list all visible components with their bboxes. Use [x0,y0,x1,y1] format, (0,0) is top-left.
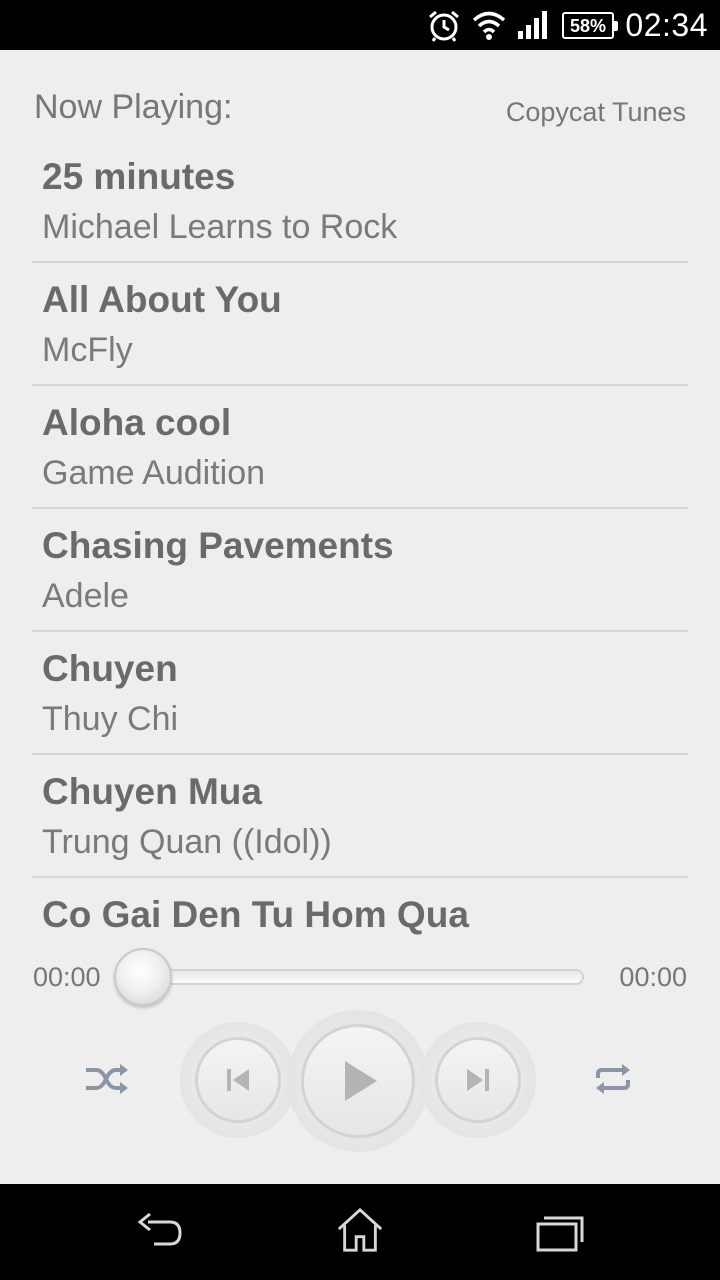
track-artist: Thuy Chi [42,700,179,738]
play-icon [345,1061,377,1101]
track-title: Aloha cool [42,402,232,443]
elapsed-time: 00:00 [33,962,101,992]
track-item[interactable]: All About You McFly [32,263,688,386]
status-time: 02:34 [625,7,708,43]
track-item[interactable]: 25 minutes Michael Learns to Rock [32,140,688,263]
repeat-button[interactable] [592,1062,634,1096]
track-item[interactable]: Aloha cool Game Audition [32,386,688,509]
signal-icon [518,11,547,39]
track-title: All About You [42,279,282,320]
previous-button[interactable] [180,1022,296,1138]
track-artist: Adele [42,577,129,615]
track-item[interactable]: Chasing Pavements Adele [32,509,688,632]
next-button[interactable] [420,1022,536,1138]
next-button-face [435,1037,521,1123]
battery-icon: 58% [562,12,618,39]
wifi-icon [472,11,506,40]
next-icon [467,1069,489,1091]
shuffle-button[interactable] [84,1062,130,1096]
track-artist: Game Audition [42,454,266,492]
track-item[interactable]: Chuyen Thuy Chi [32,632,688,755]
home-icon[interactable] [334,1206,386,1254]
back-icon[interactable] [134,1208,186,1256]
total-time: 00:00 [619,962,687,992]
player-controls: 00:00 00:00 [0,940,720,1184]
track-title: Chuyen [42,648,178,689]
play-button[interactable] [287,1010,429,1152]
play-button-face [301,1024,415,1138]
track-title: Chuyen Mua [42,771,262,812]
track-artist: Michael Learns to Rock [42,208,398,246]
track-title: 25 minutes [42,156,236,197]
track-artist: McFly [42,331,133,369]
track-list[interactable]: 25 minutes Michael Learns to Rock All Ab… [32,140,688,940]
track-artist: Trung Quan ((Idol)) [42,823,332,861]
navigation-bar [0,1184,720,1280]
track-title: Co Gai Den Tu Hom Qua [42,894,469,935]
now-playing-label: Now Playing: [34,88,233,126]
track-item[interactable]: Co Gai Den Tu Hom Qua [32,878,688,940]
seek-thumb[interactable] [114,948,172,1006]
previous-icon [227,1069,249,1091]
alarm-icon [429,10,459,42]
previous-button-face [195,1037,281,1123]
recent-apps-icon[interactable] [534,1208,586,1256]
shuffle-icon [86,1064,128,1094]
seek-bar[interactable] [140,969,584,985]
track-title: Chasing Pavements [42,525,394,566]
app-name: Copycat Tunes [505,97,686,127]
status-bar: 58% 02:34 [0,0,720,50]
repeat-icon [596,1064,630,1094]
track-item[interactable]: Chuyen Mua Trung Quan ((Idol)) [32,755,688,878]
battery-level: 58% [569,16,607,36]
